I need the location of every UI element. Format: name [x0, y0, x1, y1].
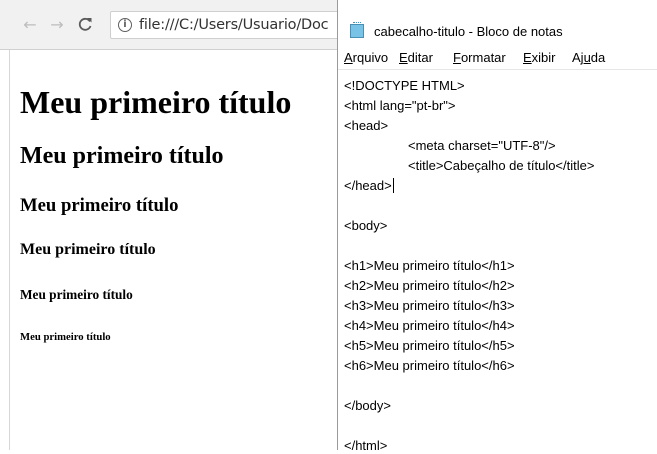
heading-h4: Meu primeiro título: [20, 241, 156, 258]
code-line: </body>: [344, 398, 391, 413]
notepad-titlebar: cabecalho-titulo - Bloco de notas: [338, 0, 657, 44]
code-line: <head>: [344, 118, 389, 133]
notepad-editor[interactable]: <!DOCTYPE HTML> <html lang="pt-br"> <hea…: [338, 70, 657, 453]
menu-exibir-rest: xibir: [531, 50, 556, 65]
notepad-app-icon: [350, 22, 364, 38]
code-line: <meta charset="UTF-8"/>: [408, 138, 556, 153]
menu-ajuda-accel: u: [583, 50, 591, 65]
menu-editar[interactable]: Editar: [399, 50, 433, 65]
code-line: </html>: [344, 438, 388, 453]
code-line: <h4>Meu primeiro título</h4>: [344, 318, 515, 333]
code-line: <h6>Meu primeiro título</h6>: [344, 358, 515, 373]
browser-page-border: [9, 50, 10, 450]
forward-arrow-icon[interactable]: →: [49, 17, 65, 33]
menu-editar-rest: ditar: [407, 50, 433, 65]
url-text[interactable]: file:///C:/Users/Usuario/Doc: [139, 17, 329, 33]
menu-ajuda[interactable]: Ajuda: [572, 50, 605, 65]
code-line-with-caret: </head>: [344, 178, 394, 194]
menu-arquivo-accel: A: [344, 50, 353, 65]
menu-editar-accel: E: [399, 50, 408, 65]
menu-ajuda-pre: Aj: [572, 50, 584, 65]
reload-icon-glyph: [78, 17, 92, 31]
code-line: <html lang="pt-br">: [344, 98, 456, 113]
text-caret: [392, 178, 394, 193]
browser-toolbar: ← → i file:///C:/Users/Usuario/Doc: [0, 0, 350, 50]
code-line: <title>Cabeçalho de título</title>: [408, 158, 595, 173]
code-line: <h1>Meu primeiro título</h1>: [344, 258, 515, 273]
code-line: <h5>Meu primeiro título</h5>: [344, 338, 515, 353]
menu-formatar-rest: ormatar: [460, 50, 506, 65]
browser-window: ← → i file:///C:/Users/Usuario/Doc Meu p…: [0, 0, 350, 450]
notepad-title: cabecalho-titulo - Bloco de notas: [374, 24, 563, 39]
menu-formatar[interactable]: Formatar: [453, 50, 506, 65]
address-bar[interactable]: i file:///C:/Users/Usuario/Doc: [110, 11, 350, 39]
heading-h5: Meu primeiro título: [20, 287, 133, 302]
heading-h2: Meu primeiro título: [20, 143, 224, 169]
code-line: <!DOCTYPE HTML>: [344, 78, 465, 93]
notepad-window: cabecalho-titulo - Bloco de notas Arquiv…: [337, 0, 657, 453]
menu-exibir[interactable]: Exibir: [523, 50, 556, 65]
menu-exibir-accel: E: [523, 50, 532, 65]
menu-arquivo[interactable]: Arquivo: [344, 50, 388, 65]
menu-ajuda-rest: da: [590, 50, 606, 65]
heading-h1: Meu primeiro título: [20, 84, 292, 120]
code-line: <h2>Meu primeiro título</h2>: [344, 278, 515, 293]
heading-h3: Meu primeiro título: [20, 195, 179, 216]
heading-h6: Meu primeiro título: [20, 331, 111, 343]
notepad-menubar: Arquivo Editar Formatar Exibir Ajuda: [338, 44, 657, 70]
menu-arquivo-rest: rquivo: [352, 50, 389, 65]
code-line-text: </head>: [344, 178, 392, 193]
back-arrow-icon[interactable]: ←: [22, 17, 38, 33]
menu-formatar-accel: F: [453, 50, 461, 65]
reload-icon[interactable]: [77, 16, 93, 32]
info-icon[interactable]: i: [118, 18, 132, 32]
code-line: <body>: [344, 218, 388, 233]
code-line: <h3>Meu primeiro título</h3>: [344, 298, 515, 313]
